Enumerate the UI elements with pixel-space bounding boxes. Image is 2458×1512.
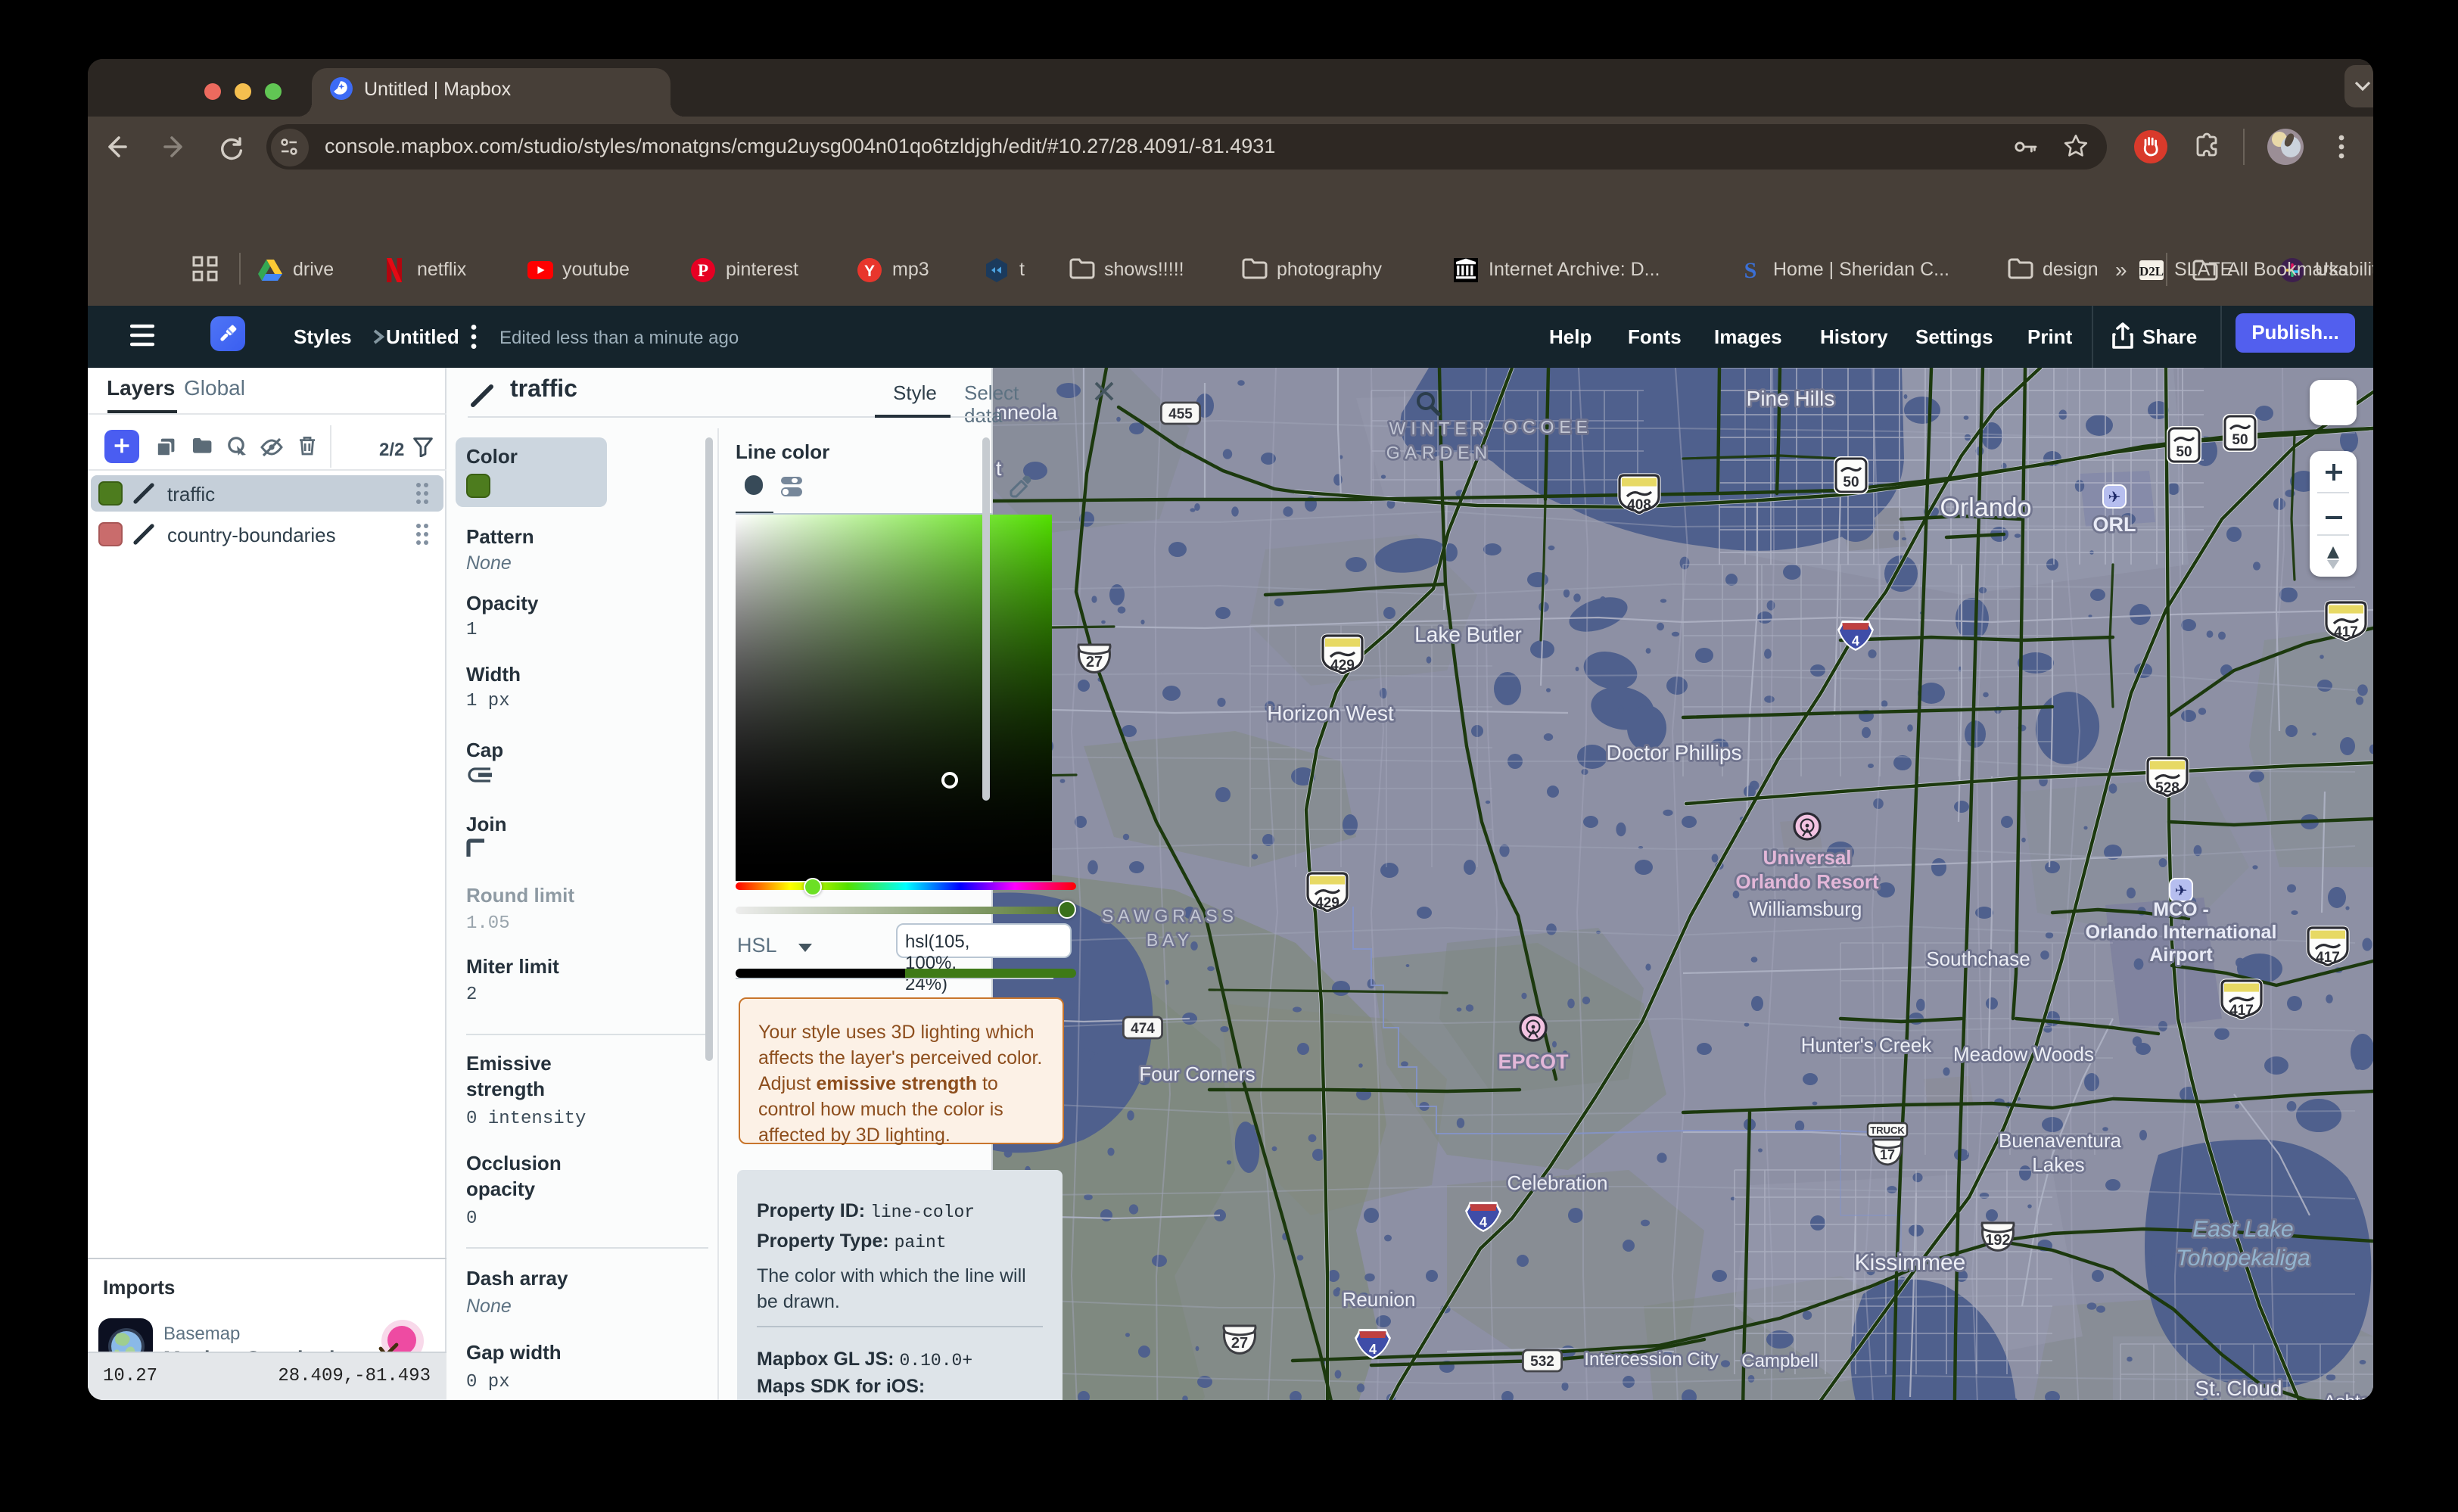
svg-text:SAWGRASS: SAWGRASS — [1102, 905, 1238, 925]
svg-text:4: 4 — [1369, 1341, 1377, 1356]
svg-text:Reunion: Reunion — [1343, 1287, 1416, 1310]
svg-text:Y: Y — [863, 262, 874, 279]
svg-text:St. Cloud: St. Cloud — [2195, 1376, 2282, 1399]
svg-text:✈: ✈ — [2108, 489, 2121, 506]
svg-text:Ashton: Ashton — [2324, 1391, 2373, 1399]
svg-text:Intercession City: Intercession City — [1584, 1349, 1718, 1369]
svg-text:50: 50 — [2176, 443, 2192, 459]
svg-text:474: 474 — [1131, 1020, 1155, 1036]
svg-text:East Lake: East Lake — [2192, 1216, 2293, 1241]
svg-text:GARDEN: GARDEN — [1386, 442, 1492, 462]
svg-text:Meadow Woods: Meadow Woods — [1953, 1042, 2094, 1065]
svg-text:429: 429 — [1315, 894, 1339, 910]
svg-text:417: 417 — [2316, 949, 2340, 965]
svg-text:Hunter's Creek: Hunter's Creek — [1801, 1033, 1933, 1056]
svg-text:50: 50 — [2232, 431, 2248, 447]
svg-text:Doctor Phillips: Doctor Phillips — [1607, 740, 1742, 764]
svg-text:BAY: BAY — [1147, 929, 1193, 949]
svg-text:Southchase: Southchase — [1926, 947, 2030, 969]
svg-text:Universal: Universal — [1763, 845, 1851, 868]
svg-text:OCOEE: OCOEE — [1504, 416, 1593, 436]
svg-text:WINTER: WINTER — [1389, 418, 1490, 437]
svg-text:Orlando International: Orlando International — [2086, 921, 2277, 942]
svg-text:Orlando Resort: Orlando Resort — [1735, 870, 1879, 892]
svg-text:D2L: D2L — [2139, 263, 2163, 278]
svg-text:Tohopekaliga: Tohopekaliga — [2176, 1245, 2310, 1270]
svg-text:Pine Hills: Pine Hills — [1747, 386, 1835, 409]
svg-text:50: 50 — [1843, 474, 1859, 490]
svg-text:192: 192 — [1985, 1231, 2010, 1248]
svg-text:Horizon West: Horizon West — [1267, 701, 1394, 724]
svg-text:17: 17 — [1880, 1146, 1895, 1162]
svg-text:t: t — [996, 456, 1002, 479]
svg-text:Four Corners: Four Corners — [1139, 1062, 1255, 1084]
svg-text:417: 417 — [2229, 1002, 2254, 1018]
svg-text:528: 528 — [2155, 779, 2180, 795]
svg-text:429: 429 — [1330, 657, 1355, 673]
svg-text:EPCOT: EPCOT — [1498, 1050, 1569, 1072]
svg-text:Airport: Airport — [2149, 944, 2213, 965]
svg-text:Kissimmee: Kissimmee — [1855, 1249, 1966, 1274]
svg-text:Campbell: Campbell — [1741, 1350, 1818, 1370]
svg-text:4: 4 — [1479, 1214, 1487, 1229]
svg-text:417: 417 — [2334, 624, 2358, 639]
svg-text:455: 455 — [1168, 406, 1193, 422]
svg-text:Lakes: Lakes — [2032, 1153, 2084, 1175]
svg-text:Williamsburg: Williamsburg — [1750, 897, 1862, 919]
svg-text:532: 532 — [1530, 1353, 1554, 1369]
svg-text:4: 4 — [1852, 633, 1859, 648]
svg-text:S: S — [1744, 257, 1756, 282]
svg-text:MCO -: MCO - — [2153, 898, 2209, 919]
svg-text:TRUCK: TRUCK — [1870, 1124, 1905, 1135]
svg-text:Buenaventura: Buenaventura — [1999, 1128, 2121, 1151]
svg-text:Orlando: Orlando — [1940, 493, 2032, 521]
svg-text:ORL: ORL — [2093, 512, 2136, 535]
svg-text:Celebration: Celebration — [1507, 1171, 1608, 1193]
svg-text:P: P — [697, 260, 708, 279]
svg-text:27: 27 — [1231, 1334, 1248, 1351]
svg-text:408: 408 — [1627, 496, 1651, 512]
svg-text:27: 27 — [1086, 653, 1103, 670]
svg-text:✈: ✈ — [2175, 882, 2188, 899]
svg-text:Lake Butler: Lake Butler — [1414, 622, 1522, 646]
